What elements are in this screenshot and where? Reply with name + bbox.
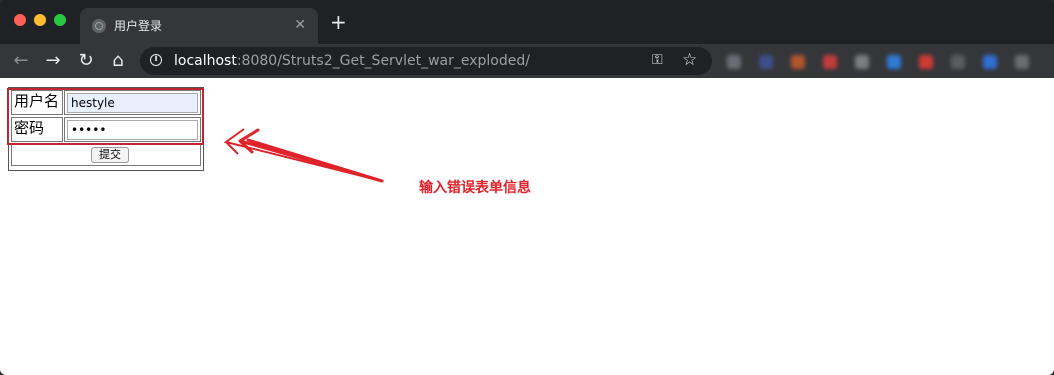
extension-icon[interactable] (727, 55, 741, 69)
browser-window: 用户登录 ✕ + ← → ↻ ⌂ i localhost:8080/Struts… (0, 0, 1054, 375)
info-icon[interactable]: i (150, 54, 162, 66)
key-icon[interactable]: ⚿ (652, 52, 663, 68)
browser-tab[interactable]: 用户登录 ✕ (80, 8, 318, 44)
close-tab-icon[interactable]: ✕ (294, 16, 306, 34)
reload-icon[interactable]: ↻ (75, 50, 97, 72)
maximize-window-button[interactable] (54, 14, 66, 26)
tab-title: 用户登录 (114, 19, 163, 33)
page-viewport: 用户名 hestyle 密码 ••••• 提交 (0, 78, 1054, 375)
extension-icon[interactable] (791, 55, 805, 69)
close-window-button[interactable] (14, 14, 26, 26)
title-bar: 用户登录 ✕ + (0, 0, 1054, 44)
extension-icon[interactable] (983, 55, 997, 69)
star-icon[interactable]: ☆ (682, 50, 697, 70)
extension-icon[interactable] (1015, 55, 1029, 69)
annotation-arrow-icon (223, 128, 384, 183)
extension-icon[interactable] (887, 55, 901, 69)
extension-icon[interactable] (759, 55, 773, 69)
minimize-window-button[interactable] (34, 14, 46, 26)
url-path: :8080/Struts2_Get_Servlet_war_exploded/ (236, 53, 530, 69)
new-tab-button[interactable]: + (330, 12, 347, 32)
url-text: localhost:8080/Struts2_Get_Servlet_war_e… (174, 53, 530, 69)
back-icon[interactable]: ← (10, 50, 32, 72)
url-host: localhost (174, 53, 237, 69)
extension-icon[interactable] (823, 55, 837, 69)
address-bar[interactable]: i localhost:8080/Struts2_Get_Servlet_war… (140, 47, 712, 75)
home-icon[interactable]: ⌂ (107, 50, 129, 72)
extension-icon[interactable] (951, 55, 965, 69)
browser-toolbar: ← → ↻ ⌂ i localhost:8080/Struts2_Get_Ser… (0, 44, 1054, 78)
forward-icon[interactable]: → (42, 50, 64, 72)
annotation-text: 输入错误表单信息 (419, 180, 531, 196)
globe-icon (92, 19, 106, 33)
extension-icon[interactable] (919, 55, 933, 69)
extension-icon[interactable] (855, 55, 869, 69)
